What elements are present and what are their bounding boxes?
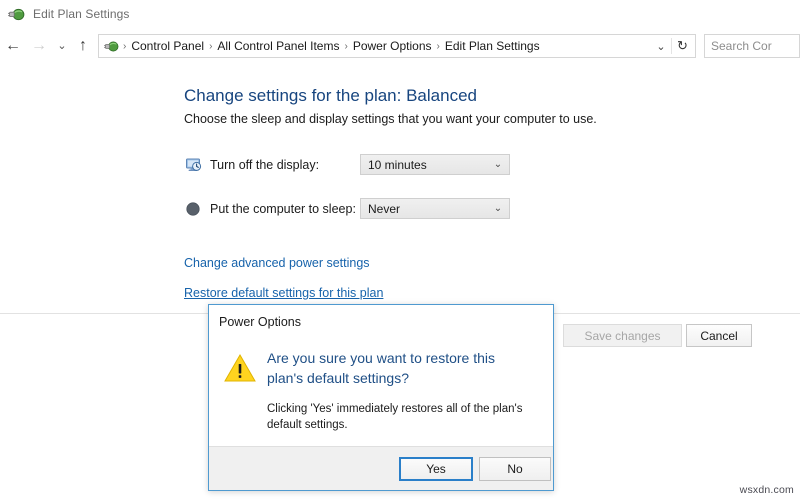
refresh-icon[interactable]: ↻: [671, 38, 693, 54]
link-change-advanced-power-settings[interactable]: Change advanced power settings: [184, 256, 370, 270]
power-plug-icon: [8, 6, 25, 23]
setting-row-sleep: Put the computer to sleep:: [184, 198, 356, 220]
page-title: Change settings for the plan: Balanced: [184, 86, 477, 105]
cancel-button[interactable]: Cancel: [686, 324, 752, 347]
power-options-dialog: Power Options Are you sure you want to r…: [208, 304, 554, 491]
recent-locations-button[interactable]: ⌄: [52, 33, 72, 59]
chevron-down-icon[interactable]: ⌄: [651, 40, 671, 53]
breadcrumb-item-power-options[interactable]: Power Options: [350, 39, 435, 53]
dropdown-value-turn-off-display: 10 minutes: [368, 157, 427, 172]
no-button[interactable]: No: [479, 457, 551, 481]
sleep-moon-icon: [184, 200, 202, 218]
dialog-footer: Yes No: [209, 446, 553, 490]
window-title: Edit Plan Settings: [33, 7, 130, 21]
page-subtitle: Choose the sleep and display settings th…: [184, 112, 597, 126]
setting-label-sleep: Put the computer to sleep:: [210, 202, 356, 216]
breadcrumb-separator: ›: [436, 40, 440, 52]
yes-button[interactable]: Yes: [399, 457, 473, 481]
control-panel-window: Edit Plan Settings ← → ⌄ ↑ › Control Pan…: [0, 0, 800, 500]
navigation-bar: ← → ⌄ ↑ › Control Panel › All Control Pa…: [0, 30, 800, 62]
breadcrumb-item-control-panel[interactable]: Control Panel: [128, 39, 207, 53]
address-bar[interactable]: › Control Panel › All Control Panel Item…: [98, 34, 696, 58]
setting-label-turn-off-display: Turn off the display:: [210, 158, 320, 172]
dialog-main-text: Are you sure you want to restore this pl…: [267, 350, 495, 386]
watermark: wsxdn.com: [739, 484, 794, 496]
display-clock-icon: [184, 156, 202, 174]
breadcrumb-power-plug-icon: [104, 39, 119, 54]
dialog-detail-text: Clicking 'Yes' immediately restores all …: [267, 403, 523, 431]
breadcrumb: › Control Panel › All Control Panel Item…: [103, 39, 651, 54]
up-button[interactable]: ↑: [72, 33, 94, 59]
forward-button[interactable]: →: [26, 33, 52, 59]
setting-row-turn-off-display: Turn off the display:: [184, 154, 319, 176]
breadcrumb-separator: ›: [209, 40, 213, 52]
dialog-title: Power Options: [219, 315, 301, 329]
dropdown-sleep[interactable]: Never ⌄: [360, 198, 510, 219]
main-content: Change settings for the plan: Balanced C…: [0, 62, 800, 313]
search-placeholder: Search Cor: [711, 39, 772, 53]
link-restore-default-settings[interactable]: Restore default settings for this plan: [184, 286, 383, 300]
breadcrumb-separator: ›: [123, 40, 127, 52]
breadcrumb-separator: ›: [344, 40, 348, 52]
save-changes-button[interactable]: Save changes: [563, 324, 682, 347]
chevron-down-icon: ⌄: [493, 159, 503, 170]
dropdown-value-sleep: Never: [368, 201, 401, 216]
search-input[interactable]: Search Cor: [704, 34, 800, 58]
breadcrumb-item-edit-plan-settings[interactable]: Edit Plan Settings: [442, 39, 543, 53]
title-bar: Edit Plan Settings: [0, 0, 800, 28]
chevron-down-icon: ⌄: [493, 203, 503, 214]
dropdown-turn-off-display[interactable]: 10 minutes ⌄: [360, 154, 510, 175]
back-button[interactable]: ←: [0, 33, 26, 59]
warning-triangle-icon: [224, 353, 256, 383]
breadcrumb-item-all-control-panel-items[interactable]: All Control Panel Items: [214, 39, 342, 53]
